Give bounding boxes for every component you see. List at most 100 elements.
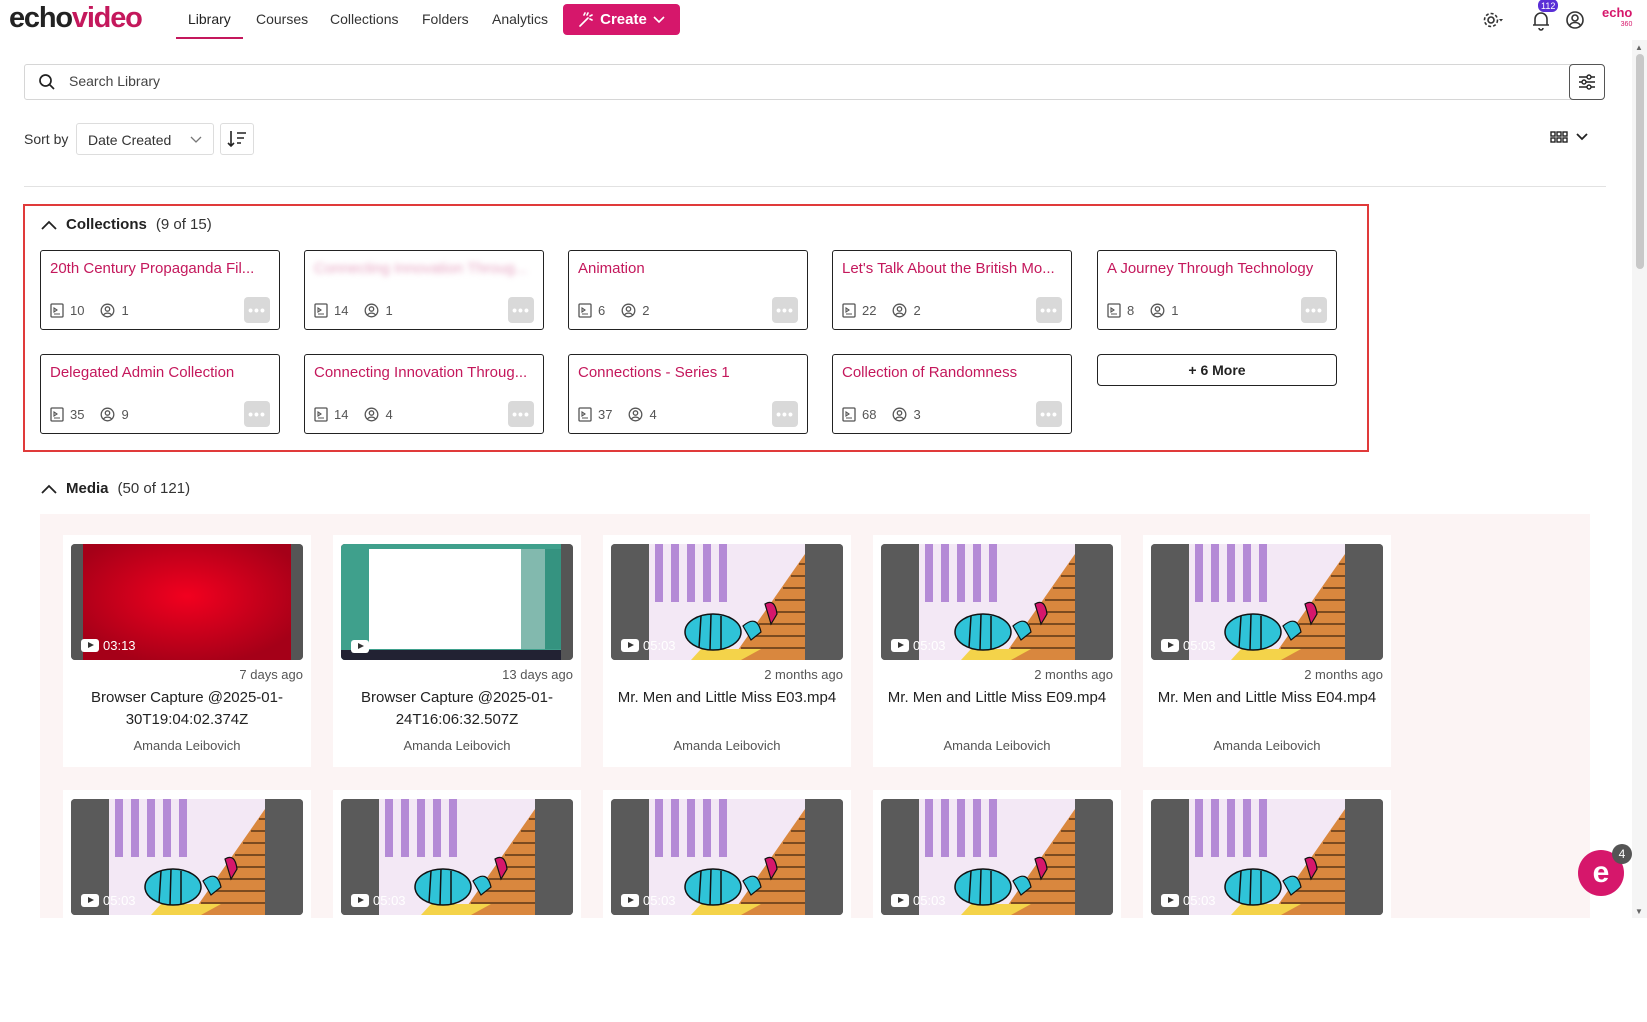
collection-card[interactable]: Animation 6 2 ••• xyxy=(568,250,808,330)
members-icon xyxy=(101,303,115,318)
collection-card[interactable]: A Journey Through Technology 8 1 ••• xyxy=(1097,250,1337,330)
media-thumbnail[interactable]: 05:03 xyxy=(611,799,843,915)
settings-gear-icon[interactable] xyxy=(1482,9,1504,31)
media-card[interactable]: 05:03 2 months ago Mr. Men and Little Miss… xyxy=(873,535,1121,767)
scroll-up-arrow-icon[interactable]: ▲ xyxy=(1635,43,1643,52)
media-card[interactable]: 05:03 2 months ago Mr. Men and Little Miss… xyxy=(603,535,851,767)
collection-title[interactable]: Animation xyxy=(578,260,800,277)
video-play-icon xyxy=(621,639,639,652)
show-more-collections-button[interactable]: + 6 More xyxy=(1097,354,1337,386)
scrollbar-thumb[interactable] xyxy=(1636,54,1644,269)
nav-folders[interactable]: Folders xyxy=(422,11,469,27)
collection-member-count: 1 xyxy=(385,303,393,318)
media-owner: Amanda Leibovich xyxy=(673,738,781,753)
collection-title[interactable]: Connecting Innovation Throug... xyxy=(314,260,536,277)
sort-by-label: Sort by xyxy=(24,131,69,147)
media-card[interactable]: 05:03 xyxy=(333,790,581,1022)
nav-active-underline xyxy=(176,37,243,39)
media-title[interactable]: Mr. Men and Little Miss E03.mp4 xyxy=(611,687,843,709)
collection-title[interactable]: 20th Century Propaganda Fil... xyxy=(50,260,272,277)
search-input[interactable] xyxy=(69,73,1519,89)
collection-card[interactable]: 20th Century Propaganda Fil... 10 1 ••• xyxy=(40,250,280,330)
collection-title[interactable]: Connections - Series 1 xyxy=(578,364,800,381)
collection-card[interactable]: Connecting Innovation Throug... 14 1 ••• xyxy=(304,250,544,330)
media-thumbnail[interactable] xyxy=(341,544,573,660)
more-options-icon[interactable]: ••• xyxy=(244,297,270,323)
media-duration: 05:03 xyxy=(621,638,676,653)
media-count-icon xyxy=(578,303,592,318)
nav-library[interactable]: Library xyxy=(188,11,231,27)
more-options-icon[interactable]: ••• xyxy=(1036,297,1062,323)
media-title[interactable]: Browser Capture @2025-01-24T16:06:32.507… xyxy=(341,687,573,731)
collection-meta: 35 9 xyxy=(50,407,145,422)
media-title[interactable]: Browser Capture @2025-01-30T19:04:02.374… xyxy=(71,687,303,731)
media-thumbnail[interactable]: 05:03 xyxy=(1151,799,1383,915)
nav-collections[interactable]: Collections xyxy=(330,11,398,27)
collection-card[interactable]: Collection of Randomness 68 3 ••• xyxy=(832,354,1072,434)
chevron-down-icon xyxy=(653,15,665,23)
media-thumbnail[interactable]: 05:03 xyxy=(71,799,303,915)
media-date: 2 months ago xyxy=(1034,667,1113,682)
collections-header[interactable]: Collections (9 of 15) xyxy=(41,216,212,233)
sort-select[interactable]: Date Created xyxy=(76,123,214,155)
media-card[interactable]: 05:03 xyxy=(1143,790,1391,1022)
media-duration: 03:13 xyxy=(81,638,136,653)
view-mode-toggle[interactable] xyxy=(1550,131,1588,143)
echovideo-logo[interactable]: echovideo xyxy=(9,2,143,35)
video-play-icon xyxy=(351,894,369,907)
user-account-icon[interactable] xyxy=(1564,9,1586,31)
media-thumbnail[interactable]: 05:03 xyxy=(611,544,843,660)
nav-analytics[interactable]: Analytics xyxy=(492,11,548,27)
members-icon xyxy=(893,303,907,318)
more-options-icon[interactable]: ••• xyxy=(244,401,270,427)
collection-card[interactable]: Delegated Admin Collection 35 9 ••• xyxy=(40,354,280,434)
more-options-icon[interactable]: ••• xyxy=(1036,401,1062,427)
media-header[interactable]: Media (50 of 121) xyxy=(41,480,190,497)
media-card[interactable]: 05:03 xyxy=(63,790,311,1022)
nav-courses[interactable]: Courses xyxy=(256,11,308,27)
notification-bell-icon[interactable] xyxy=(1530,9,1552,31)
collection-title[interactable]: A Journey Through Technology xyxy=(1107,260,1329,277)
collection-media-count: 68 xyxy=(862,407,877,422)
collection-title[interactable]: Connecting Innovation Throug... xyxy=(314,364,536,381)
more-options-icon[interactable]: ••• xyxy=(1301,297,1327,323)
chat-badge: 4 xyxy=(1612,844,1632,864)
media-title[interactable]: Mr. Men and Little Miss E04.mp4 xyxy=(1151,687,1383,709)
media-count-icon xyxy=(314,407,328,422)
media-card[interactable]: 13 days ago Browser Capture @2025-01-24T1… xyxy=(333,535,581,767)
media-count-icon xyxy=(578,407,592,422)
collection-title[interactable]: Let's Talk About the British Mo... xyxy=(842,260,1064,277)
media-thumbnail[interactable]: 05:03 xyxy=(341,799,573,915)
sort-direction-button[interactable] xyxy=(220,123,254,155)
media-thumbnail[interactable]: 03:13 xyxy=(71,544,303,660)
collection-card[interactable]: Connecting Innovation Throug... 14 4 ••• xyxy=(304,354,544,434)
more-options-icon[interactable]: ••• xyxy=(508,297,534,323)
media-thumbnail[interactable]: 05:03 xyxy=(881,799,1113,915)
collection-title[interactable]: Delegated Admin Collection xyxy=(50,364,272,381)
more-options-icon[interactable]: ••• xyxy=(508,401,534,427)
media-card[interactable]: 03:13 7 days ago Browser Capture @2025-01-… xyxy=(63,535,311,767)
media-count-icon xyxy=(50,303,64,318)
collection-card[interactable]: Let's Talk About the British Mo... 22 2 ••• xyxy=(832,250,1072,330)
media-card[interactable]: 05:03 xyxy=(873,790,1121,1022)
vertical-scrollbar[interactable]: ▲ ▼ xyxy=(1632,40,1647,918)
more-options-icon[interactable]: ••• xyxy=(772,297,798,323)
collections-title: Collections xyxy=(66,216,147,233)
more-options-icon[interactable]: ••• xyxy=(772,401,798,427)
filter-sliders-icon xyxy=(1579,74,1595,90)
echo360-logo[interactable]: echo 360 xyxy=(1602,6,1632,31)
collection-title[interactable]: Collection of Randomness xyxy=(842,364,1064,381)
media-card[interactable]: 05:03 xyxy=(603,790,851,1022)
media-thumbnail[interactable]: 05:03 xyxy=(881,544,1113,660)
media-thumbnail[interactable]: 05:03 xyxy=(1151,544,1383,660)
collection-member-count: 2 xyxy=(642,303,650,318)
filter-button[interactable] xyxy=(1569,64,1605,100)
create-button[interactable]: Create xyxy=(563,4,680,35)
divider xyxy=(24,186,1606,187)
collection-card[interactable]: Connections - Series 1 37 4 ••• xyxy=(568,354,808,434)
media-card[interactable]: 05:03 2 months ago Mr. Men and Little Miss… xyxy=(1143,535,1391,767)
collection-media-count: 10 xyxy=(70,303,85,318)
scroll-down-arrow-icon[interactable]: ▼ xyxy=(1635,907,1643,916)
media-title[interactable]: Mr. Men and Little Miss E09.mp4 xyxy=(881,687,1113,709)
search-bar[interactable] xyxy=(24,64,1591,100)
